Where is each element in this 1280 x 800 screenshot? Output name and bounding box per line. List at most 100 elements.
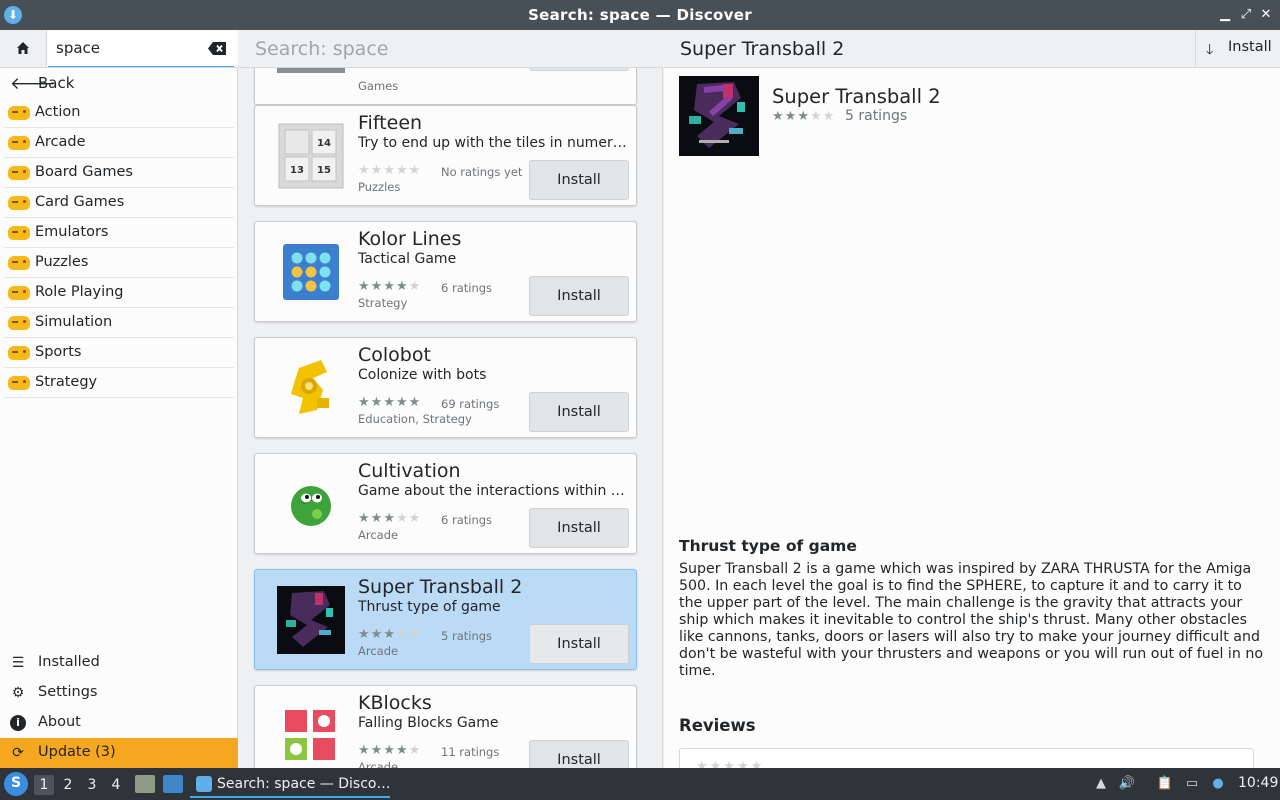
maximize-icon[interactable]: ⤢ xyxy=(1237,6,1255,24)
install-button[interactable]: Install xyxy=(529,392,629,432)
app-card-ratings-count: No ratings yet xyxy=(441,165,523,179)
home-icon xyxy=(17,42,29,54)
app-card-description: Thrust type of game xyxy=(358,599,501,615)
app-card-partial[interactable]: Games xyxy=(254,68,637,105)
category-label: Card Games xyxy=(35,194,125,210)
category-item[interactable]: Emulators xyxy=(4,218,234,248)
star-filled-icon: ★ xyxy=(797,109,810,124)
taskbar: 1234 Search: space — Disco… ▲ 🔊 📋 ▭ ● 10… xyxy=(0,768,1280,800)
desktop-2-button[interactable]: 2 xyxy=(58,775,78,795)
detail-ratings-count[interactable]: 5 ratings xyxy=(845,108,907,124)
detail-header: Super Transball 2 🡓 Install xyxy=(664,30,1280,68)
category-item[interactable]: Arcade xyxy=(4,128,234,158)
star-filled-icon: ★ xyxy=(370,627,384,642)
colobot-icon xyxy=(277,354,345,422)
category-item[interactable]: Strategy xyxy=(4,368,234,398)
category-item[interactable]: Sports xyxy=(4,338,234,368)
desktop-3-button[interactable]: 3 xyxy=(82,775,102,795)
category-list: Action Arcade Board Games Card Games Emulato… xyxy=(0,98,238,398)
category-label: Puzzles xyxy=(35,254,89,270)
install-button[interactable]: Install xyxy=(529,276,629,316)
clipboard-icon[interactable]: 📋 xyxy=(1156,775,1174,793)
app-card-rating-stars: ★★★★★ xyxy=(358,743,421,758)
install-button[interactable]: Install xyxy=(529,160,629,200)
back-button[interactable]: 🡐 Back xyxy=(0,68,238,98)
network-icon[interactable]: ▭ xyxy=(1183,775,1201,793)
app-card-name: Kolor Lines xyxy=(358,228,462,250)
star-empty-icon: ★ xyxy=(383,163,396,178)
settings-label: Settings xyxy=(38,684,98,700)
window-titlebar: ⬇ Search: space — Discover ▁ ⤢ ✕ xyxy=(0,0,1280,30)
clock[interactable]: 10:49 xyxy=(1238,775,1278,791)
installed-label: Installed xyxy=(38,654,100,670)
category-label: Action xyxy=(35,104,81,120)
install-button[interactable]: Install xyxy=(529,624,629,664)
settings-nav-item[interactable]: ⚙ Settings xyxy=(0,678,238,708)
app-card[interactable]: Colobot Colonize with bots ★★★★★ 69 ratings… xyxy=(254,337,637,438)
update-nav-item[interactable]: ⟳ Update (3) xyxy=(0,738,238,768)
app-card[interactable]: 14 13 15 Fifteen Try to end up with the tile… xyxy=(254,105,637,206)
gamepad-icon xyxy=(8,346,30,360)
category-item[interactable]: Simulation xyxy=(4,308,234,338)
app-card-categories: Arcade xyxy=(358,528,399,542)
category-item[interactable]: Puzzles xyxy=(4,248,234,278)
category-label: Simulation xyxy=(35,314,113,330)
app-card-ratings-count: 11 ratings xyxy=(441,745,500,759)
review-card: ★★★★★ xyxy=(679,748,1254,768)
star-empty-icon: ★ xyxy=(358,163,371,178)
app-list[interactable]: Games 14 13 15 Fifteen Try to end up with th… xyxy=(239,68,663,768)
category-item[interactable]: Role Playing xyxy=(4,278,234,308)
star-filled-icon: ★ xyxy=(383,279,396,294)
star-filled-icon: ★ xyxy=(395,395,409,410)
app-card[interactable]: Super Transball 2 Thrust type of game ★★★★… xyxy=(254,569,637,670)
app-card[interactable]: Cultivation Game about the interactions w… xyxy=(254,453,637,554)
star-filled-icon: ★ xyxy=(370,511,384,526)
show-desktop-icon[interactable] xyxy=(163,775,183,793)
desktop-1-button[interactable]: 1 xyxy=(34,775,54,795)
category-item[interactable]: Card Games xyxy=(4,188,234,218)
app-card[interactable]: Kolor Lines Tactical Game ★★★★★ 6 ratings St… xyxy=(254,221,637,322)
update-notifier-icon[interactable]: ● xyxy=(1209,775,1227,793)
minimize-icon[interactable]: ▁ xyxy=(1216,6,1234,24)
list-icon: ☰ xyxy=(11,655,25,671)
transball-icon xyxy=(679,76,759,156)
start-menu-button[interactable] xyxy=(4,772,28,796)
update-icon: ⟳ xyxy=(12,745,24,761)
star-filled-icon: ★ xyxy=(370,279,384,294)
category-item[interactable]: Board Games xyxy=(4,158,234,188)
clear-search-icon[interactable] xyxy=(207,41,227,56)
app-card-description: Colonize with bots xyxy=(358,367,487,383)
header-install-label: Install xyxy=(1228,39,1272,55)
star-empty-icon: ★ xyxy=(395,163,409,178)
installed-nav-item[interactable]: ☰ Installed xyxy=(0,648,238,678)
category-label: Role Playing xyxy=(35,284,124,300)
app-card-categories: Arcade xyxy=(358,760,399,768)
download-icon: 🡓 xyxy=(1206,42,1214,58)
gamepad-icon xyxy=(8,226,30,240)
volume-icon[interactable]: 🔊 xyxy=(1118,775,1136,793)
about-nav-item[interactable]: i About xyxy=(0,708,238,738)
header-install-button[interactable]: 🡓 Install xyxy=(1195,30,1280,67)
app-card[interactable]: KBlocks Falling Blocks Game ★★★★★ 11 rating… xyxy=(254,685,637,768)
star-empty-icon: ★ xyxy=(822,109,836,124)
star-empty-icon: ★ xyxy=(408,743,422,758)
kblocks-icon xyxy=(277,702,345,768)
category-label: Board Games xyxy=(35,164,133,180)
detail-panel: Super Transball 2 ★★★★★ 5 ratings Thrust… xyxy=(664,68,1280,768)
home-button[interactable] xyxy=(0,30,47,67)
install-button[interactable] xyxy=(529,68,629,71)
desktop-4-button[interactable]: 4 xyxy=(106,775,126,795)
sidebar: 🡐 Back Action Arcade Board Games Card Games… xyxy=(0,30,238,768)
install-button[interactable]: Install xyxy=(529,508,629,548)
task-discover[interactable]: Search: space — Disco… xyxy=(190,770,390,798)
file-manager-icon[interactable] xyxy=(135,775,155,793)
install-button[interactable]: Install xyxy=(529,740,629,768)
close-icon[interactable]: ✕ xyxy=(1257,6,1275,24)
detail-app-name: Super Transball 2 xyxy=(772,85,941,108)
category-item[interactable]: Action xyxy=(4,98,234,128)
star-filled-icon: ★ xyxy=(383,395,396,410)
tray-arrow-icon[interactable]: ▲ xyxy=(1092,775,1110,793)
fifteen-puzzle-icon: 14 13 15 xyxy=(277,122,345,190)
category-label: Strategy xyxy=(35,374,98,390)
star-filled-icon: ★ xyxy=(358,743,371,758)
